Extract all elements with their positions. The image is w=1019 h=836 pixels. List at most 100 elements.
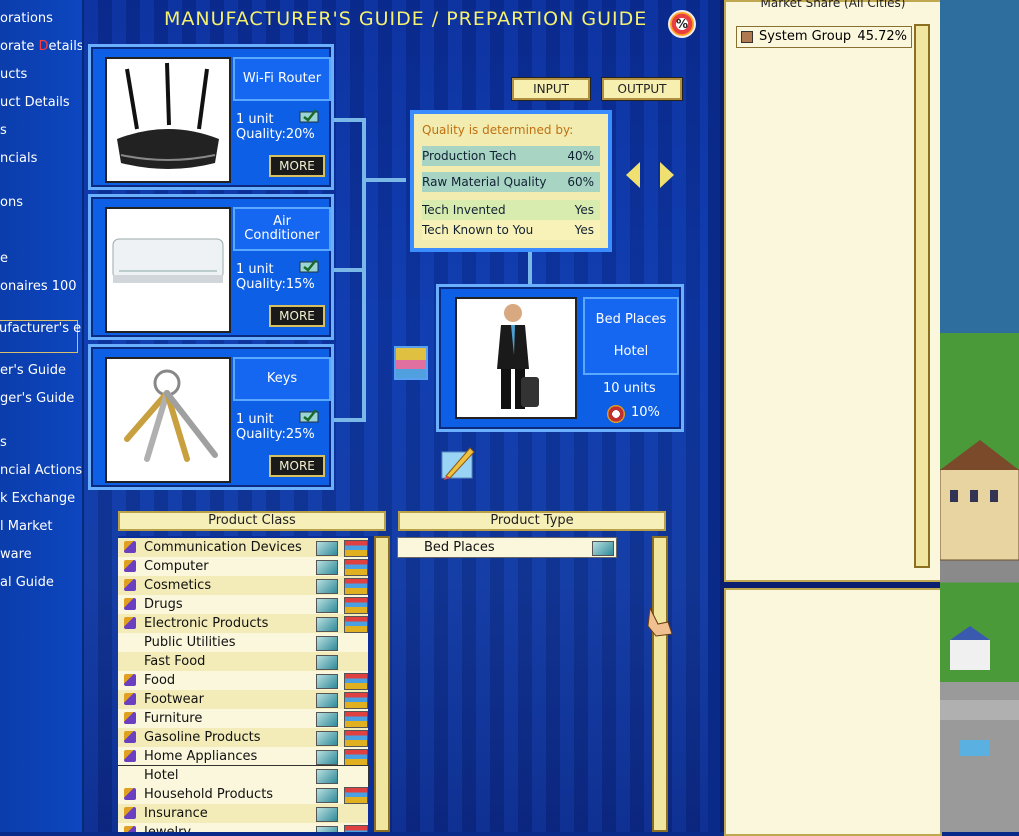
nav-item[interactable]: k Exchange <box>0 491 75 506</box>
list-item[interactable]: Food <box>118 671 368 690</box>
more-button[interactable]: MORE <box>269 155 325 177</box>
pencil-icon <box>124 598 136 610</box>
output-button[interactable]: OUTPUT <box>602 78 682 100</box>
quality-row: Tech Known to You Yes <box>422 220 600 240</box>
list-item-label: Household Products <box>144 787 274 802</box>
nav-item[interactable]: e <box>0 251 8 266</box>
nav-item-label-post: etails <box>48 39 84 54</box>
list-item[interactable]: Computer <box>118 557 368 576</box>
list-item-label: Jewelry <box>144 823 191 832</box>
status-check-icon <box>299 259 319 273</box>
more-button[interactable]: MORE <box>269 305 325 327</box>
city-map-view[interactable] <box>939 0 1019 832</box>
nav-item[interactable]: orations <box>0 11 53 26</box>
input-name: Keys <box>233 357 331 401</box>
nav-item[interactable]: ons <box>0 195 23 210</box>
nav-item-corporate-details[interactable]: orate Details <box>0 39 84 54</box>
detail-panel <box>724 588 942 836</box>
nav-item[interactable]: ncials <box>0 151 37 166</box>
market-share-title: Market Share (All Cities) <box>760 0 906 10</box>
market-share-scrollbar[interactable] <box>914 24 930 568</box>
market-share-entry: System Group 45.72% <box>736 26 912 48</box>
input-name: Air Conditioner <box>233 207 331 251</box>
check-icon <box>316 750 338 765</box>
list-item[interactable]: Furniture <box>118 709 368 728</box>
check-icon <box>316 541 338 556</box>
list-item[interactable]: Electronic Products <box>118 614 368 633</box>
product-class-list: Communication Devices Computer Cosmetics… <box>117 536 388 832</box>
nav-item[interactable]: l Market <box>0 519 52 534</box>
nav-item[interactable]: ger's Guide <box>0 391 74 406</box>
product-type-scrollbar[interactable] <box>652 536 668 832</box>
nav-item[interactable]: onaires 100 <box>0 279 77 294</box>
output-share: 10% <box>631 405 660 420</box>
input-button[interactable]: INPUT <box>512 78 590 100</box>
quality-value: 40% <box>567 149 594 163</box>
list-item[interactable]: Household Products <box>118 785 368 804</box>
pencil-icon <box>124 826 136 832</box>
input-name: Wi-Fi Router <box>233 57 331 101</box>
output-panel: Bed Places Hotel 10 units 10% <box>436 284 684 432</box>
factory-icon <box>344 787 368 804</box>
next-arrow-icon[interactable] <box>660 162 674 188</box>
check-icon <box>316 674 338 689</box>
pencil-icon <box>124 788 136 800</box>
nav-item[interactable]: al Guide <box>0 575 54 590</box>
list-item-selected[interactable]: Hotel <box>117 765 369 786</box>
factory-icon <box>344 749 368 766</box>
list-item[interactable]: Fast Food <box>118 652 368 671</box>
check-icon <box>316 560 338 575</box>
check-icon <box>316 731 338 746</box>
nav-item[interactable]: er's Guide <box>0 363 66 378</box>
percent-icon[interactable]: % <box>668 10 696 38</box>
keys-image <box>105 357 231 483</box>
more-button[interactable]: MORE <box>269 455 325 477</box>
quality-value: 60% <box>567 175 594 189</box>
list-item[interactable]: Cosmetics <box>118 576 368 595</box>
hand-cursor-icon <box>647 606 673 637</box>
factory-icon <box>344 730 368 747</box>
list-item[interactable]: Bed Places <box>397 537 617 558</box>
nav-item[interactable]: uct Details <box>0 95 70 110</box>
pencil-icon <box>124 579 136 591</box>
list-item-label: Home Appliances <box>144 749 258 764</box>
pencil-icon <box>124 731 136 743</box>
input-panel-air-conditioner: Air Conditioner 1 unit Quality:15% MORE <box>88 194 334 340</box>
nav-item[interactable]: ncial Actions <box>0 463 82 478</box>
list-item[interactable]: Communication Devices <box>118 538 368 557</box>
pencil-icon <box>124 712 136 724</box>
input-quality: Quality:20% <box>236 127 315 142</box>
list-item[interactable]: Public Utilities <box>118 633 368 652</box>
pencil-edit-icon[interactable] <box>440 444 476 480</box>
check-icon <box>316 712 338 727</box>
list-item-label: Hotel <box>144 768 179 783</box>
list-item[interactable]: Drugs <box>118 595 368 614</box>
pencil-icon <box>124 541 136 553</box>
check-icon <box>316 655 338 670</box>
quality-label: Tech Known to You <box>422 223 534 237</box>
list-item-label: Food <box>144 673 176 688</box>
list-item[interactable]: Home Appliances <box>118 747 368 766</box>
status-check-icon <box>299 109 319 123</box>
check-icon <box>316 693 338 708</box>
product-class-header: Product Class <box>118 511 386 531</box>
prev-arrow-icon[interactable] <box>626 162 640 188</box>
check-icon <box>316 636 338 651</box>
nav-item[interactable]: s <box>0 435 7 450</box>
nav-item-manufacturers-guide[interactable]: ufacturer's e <box>0 320 81 353</box>
list-item[interactable]: Footwear <box>118 690 368 709</box>
nav-item[interactable]: s <box>0 123 7 138</box>
nav-item-label-pre: orate <box>0 39 39 54</box>
market-share-name: System Group <box>759 29 852 44</box>
list-item-label: Fast Food <box>144 654 206 669</box>
list-item[interactable]: Gasoline Products <box>118 728 368 747</box>
build-factory-icon[interactable] <box>394 346 428 380</box>
quality-row: Raw Material Quality 60% <box>422 172 600 192</box>
nav-item[interactable]: ucts <box>0 67 27 82</box>
product-class-scrollbar[interactable] <box>374 536 390 832</box>
list-item[interactable]: Jewelry <box>118 823 368 832</box>
pencil-icon <box>124 807 136 819</box>
input-panel-keys: Keys 1 unit Quality:25% MORE <box>88 344 334 490</box>
nav-item[interactable]: ware <box>0 547 32 562</box>
list-item[interactable]: Insurance <box>118 804 368 823</box>
